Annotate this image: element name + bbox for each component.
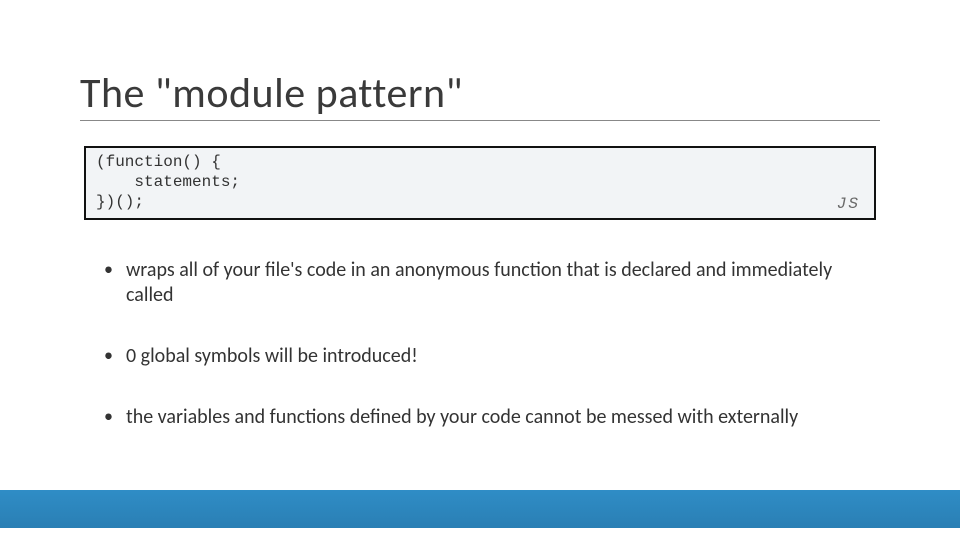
slide: The "module pattern" (function() { state… — [0, 0, 960, 540]
code-line-2: statements; — [96, 172, 864, 192]
list-item: wraps all of your file's code in an anon… — [104, 258, 874, 308]
footer-accent-bar — [0, 490, 960, 528]
code-block: (function() { statements; })(); JS — [84, 146, 876, 220]
bullet-list: wraps all of your file's code in an anon… — [104, 258, 874, 466]
list-item: 0 global symbols will be introduced! — [104, 344, 874, 369]
code-language-badge: JS — [837, 194, 860, 214]
list-item: the variables and functions defined by y… — [104, 405, 874, 430]
slide-title: The "module pattern" — [80, 68, 463, 119]
title-underline — [80, 120, 880, 121]
code-line-1: (function() { — [96, 152, 864, 172]
code-line-3: })(); — [96, 192, 864, 212]
